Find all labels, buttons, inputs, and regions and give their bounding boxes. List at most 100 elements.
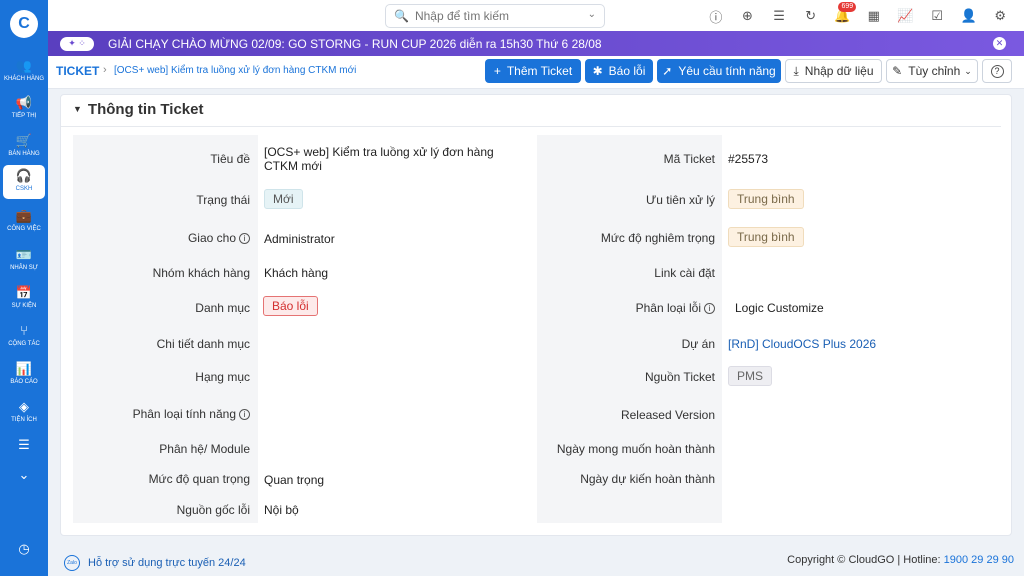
notifications-button[interactable]: 🔔 699 [826, 2, 858, 26]
sidebar-item-label: Tiện ích [11, 417, 37, 423]
calendar-icon[interactable]: ▦ [858, 6, 890, 26]
importance-value[interactable]: Quan trọng [264, 473, 324, 487]
section-title: Thông tin Ticket [87, 101, 204, 118]
project-link[interactable]: [RnD] CloudOCS Plus 2026 [728, 337, 876, 351]
info-icon[interactable]: ⓘ [700, 6, 732, 26]
field-label: Danh mục [195, 301, 250, 315]
help-button[interactable]: ? [982, 59, 1012, 83]
search-box[interactable]: 🔍 ⌄ [385, 4, 605, 28]
sidebar-item-utilities[interactable]: ◈ Tiện ích [3, 396, 45, 430]
sidebar-item-more[interactable]: ☰ [3, 434, 45, 468]
sidebar-expand[interactable]: ⌄ [3, 464, 45, 498]
bug-icon: ✱ [592, 64, 603, 78]
chevron-down-icon[interactable]: ⌄ [588, 9, 596, 20]
sidebar-item-reports[interactable]: 📊 Báo cáo [3, 358, 45, 392]
priority-badge[interactable]: Trung bình [728, 189, 804, 209]
headset-icon: 🎧 [15, 168, 33, 183]
sidebar-item-hr[interactable]: 🪪 Nhân sự [3, 244, 45, 278]
sidebar-item-marketing[interactable]: 📢 Tiếp thị [3, 92, 45, 126]
chart-icon[interactable]: 📈 [890, 6, 922, 26]
wrench-icon: ✎ [892, 64, 903, 78]
sidebar-item-cskh[interactable]: 🎧 CSKH [3, 165, 45, 199]
info-icon[interactable]: i [239, 233, 250, 244]
add-ticket-button[interactable]: + Thêm Ticket [485, 59, 581, 83]
source-badge[interactable]: PMS [728, 366, 773, 386]
bug-report-button[interactable]: ✱ Báo lỗi [585, 59, 653, 83]
customer-group-value[interactable]: Khách hàng [264, 266, 328, 280]
settings-icon[interactable]: ⚙ [984, 6, 1016, 26]
sidebar-history[interactable]: ◷ [3, 538, 45, 572]
report-icon: 📊 [15, 361, 33, 376]
add-circle-icon[interactable]: ⊕ [732, 6, 764, 26]
banner-text[interactable]: GIẢI CHẠY CHÀO MỪNG 02/09: GO STORNG - R… [108, 37, 602, 51]
briefcase-icon: 💼 [15, 208, 33, 223]
assignee-value[interactable]: Administrator [264, 232, 335, 246]
field-label: Nguồn gốc lỗi [176, 503, 250, 517]
button-label: Nhập dữ liệu [804, 64, 874, 78]
sidebar: C 👥 Khách hàng 📢 Tiếp thị 🛒 Bán hàng 🎧 CSKH … [0, 0, 48, 576]
field-label: Mức độ quan trọng [148, 472, 250, 486]
list-icon[interactable]: ☰ [763, 6, 795, 26]
list-icon: ☰ [18, 437, 30, 452]
feature-request-button[interactable]: ➚ Yêu cầu tính năng [657, 59, 781, 83]
info-icon[interactable]: i [704, 303, 715, 314]
cart-icon: 🛒 [15, 133, 33, 148]
divider [61, 126, 1001, 127]
close-icon[interactable]: ✕ [993, 37, 1006, 50]
category-badge[interactable]: Báo lỗi [263, 296, 318, 316]
users-icon: 👥 [15, 58, 33, 73]
top-icon-bar: ⓘ ⊕ ☰ ↻ 🔔 699 ▦ 📈 ☑ 👤 ⚙ [700, 2, 1016, 26]
refresh-icon[interactable]: ↻ [795, 6, 827, 26]
zalo-icon: Zalo [64, 555, 80, 571]
error-type-value[interactable]: Logic Customize [735, 301, 824, 315]
sidebar-item-sales[interactable]: 🛒 Bán hàng [3, 130, 45, 164]
megaphone-icon: 📢 [15, 95, 33, 110]
info-icon[interactable]: i [239, 409, 250, 420]
sidebar-item-label: Nhân sự [10, 265, 38, 271]
sidebar-item-label: Khách hàng [3, 76, 44, 82]
field-label-text: Giao cho [187, 231, 236, 245]
field-label: Trạng thái [196, 193, 250, 207]
support-link[interactable]: Zalo Hỗ trợ sử dụng trực tuyến 24/24 [64, 555, 246, 571]
field-label: Released Version [620, 408, 715, 422]
sidebar-item-collab[interactable]: ⑂ Cộng tác [3, 320, 45, 354]
copyright: Copyright © CloudGO | Hotline: 1900 29 2… [787, 554, 1014, 566]
sidebar-item-label: Sự kiện [11, 303, 37, 309]
sidebar-item-tasks[interactable]: 💼 Công việc [3, 205, 45, 239]
field-label: Nguồn Ticket [644, 370, 715, 384]
breadcrumb-bar: TICKET › [OCS+ web] Kiểm tra luồng xử lý… [48, 56, 1024, 89]
button-label: Yêu cầu tính năng [678, 64, 776, 78]
breadcrumb-root[interactable]: TICKET [56, 64, 99, 78]
section-header[interactable]: ▼ Thông tin Ticket [73, 101, 203, 118]
status-badge[interactable]: Mới [264, 189, 303, 209]
field-label: Chi tiết danh mục [156, 337, 250, 351]
field-label: Link cài đặt [654, 266, 715, 280]
sidebar-item-events[interactable]: 📅 Sự kiện [3, 282, 45, 316]
sidebar-item-label: CSKH [15, 186, 33, 192]
error-origin-value[interactable]: Nội bộ [264, 503, 299, 517]
support-text: Hỗ trợ sử dụng trực tuyến 24/24 [88, 557, 246, 569]
ticket-id-value: #25573 [728, 152, 769, 166]
customize-button[interactable]: ✎ Tùy chỉnh ⌄ [886, 59, 978, 83]
checkbox-icon[interactable]: ☑ [921, 6, 953, 26]
field-label: Ưu tiên xử lý [646, 193, 715, 207]
app-logo[interactable]: C [10, 10, 38, 38]
search-input[interactable] [414, 9, 585, 23]
ticket-title-value[interactable]: [OCS+ web] Kiểm tra luồng xử lý đơn hàng… [264, 145, 494, 173]
announcement-banner: ✦ ⁘ GIẢI CHẠY CHÀO MỪNG 02/09: GO STORNG… [48, 31, 1024, 56]
search-icon: 🔍 [394, 9, 409, 23]
share-icon: ⑂ [20, 323, 28, 338]
severity-badge[interactable]: Trung bình [728, 227, 804, 247]
download-icon: ⤓ [793, 63, 799, 78]
sidebar-item-customers[interactable]: 👥 Khách hàng [3, 55, 45, 89]
hotline-link[interactable]: 1900 29 29 90 [944, 554, 1014, 566]
notification-badge: 699 [838, 2, 857, 12]
import-data-button[interactable]: ⤓ Nhập dữ liệu [785, 59, 882, 83]
field-label: Dự án [681, 337, 715, 351]
field-label-text: Phân loại tính năng [132, 407, 236, 421]
field-label: Nhóm khách hàng [152, 266, 250, 280]
caret-down-icon: ▼ [73, 104, 82, 114]
chevron-down-icon: ⌄ [964, 65, 972, 76]
field-label: Mã Ticket [663, 152, 715, 166]
user-icon[interactable]: 👤 [953, 6, 985, 26]
